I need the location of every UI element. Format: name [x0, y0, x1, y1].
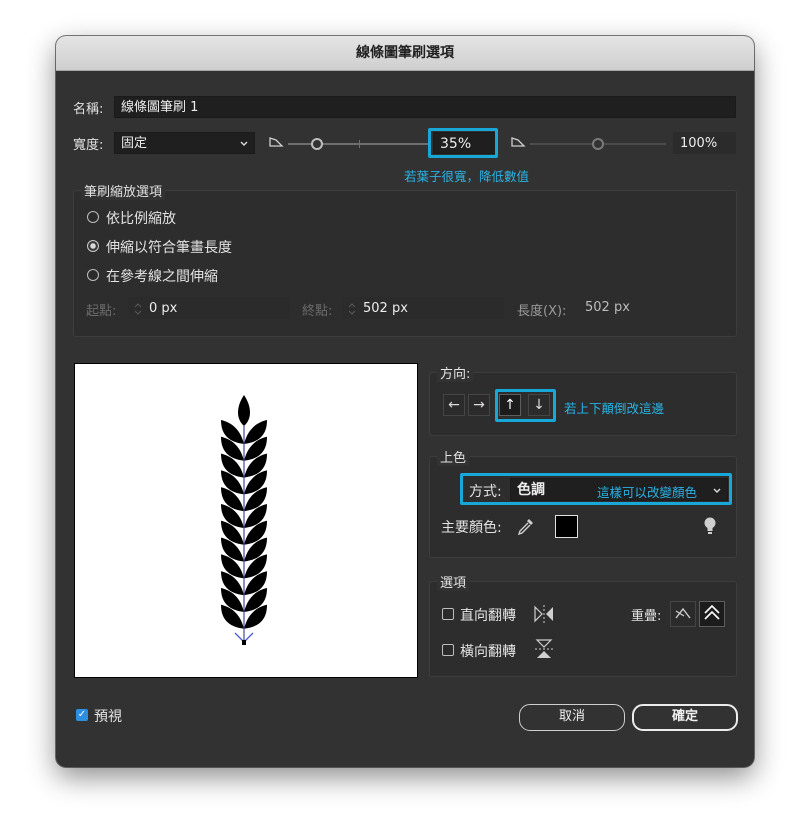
flip-along-label: 直向翻轉: [460, 608, 516, 624]
key-color-swatch[interactable]: [555, 515, 578, 538]
overlap-option-1-button[interactable]: [670, 601, 696, 627]
cancel-button[interactable]: 取消: [519, 704, 625, 731]
scale-proportional-label: 依比例縮放: [106, 211, 176, 227]
pressure-icon-max: [511, 137, 526, 147]
flip-across-label: 橫向翻轉: [460, 644, 516, 660]
scale-stretch-label: 伸縮以符合筆畫長度: [106, 240, 232, 256]
colorization-group: [429, 456, 737, 558]
name-value: 線條圖筆刷 1: [121, 100, 199, 115]
end-value: 502 px: [363, 301, 408, 316]
direction-title: 方向:: [437, 363, 474, 382]
scale-guides-radio[interactable]: [87, 269, 99, 281]
flip-across-icon: [535, 639, 553, 658]
preview-checkbox[interactable]: ✓: [76, 709, 88, 721]
ok-button[interactable]: 確定: [632, 704, 738, 731]
flip-along-checkbox[interactable]: [442, 608, 454, 620]
scale-guides-label: 在參考線之間伸縮: [106, 269, 218, 285]
eyedropper-icon[interactable]: [516, 516, 536, 536]
width-slider-thumb[interactable]: [311, 138, 324, 150]
key-color-label: 主要顏色:: [441, 520, 502, 536]
scale-options-title: 筆刷縮放選項: [81, 181, 166, 200]
name-label: 名稱:: [73, 102, 104, 117]
chevron-down-icon: [240, 141, 248, 146]
flip-along-icon: [534, 605, 553, 623]
overlap-option-2-button[interactable]: [699, 601, 725, 627]
scale-stretch-radio[interactable]: [87, 240, 99, 252]
wheat-brush-preview-image: [221, 395, 267, 645]
slider-center-tick: [359, 140, 360, 148]
arrow-right-icon: →: [473, 397, 485, 413]
preview-label: 預視: [94, 709, 122, 725]
max-width-input: 100%: [673, 132, 736, 154]
start-label: 起點:: [86, 304, 117, 319]
direction-hint: 若上下顛倒改這邊: [564, 401, 665, 416]
direction-right-button[interactable]: →: [468, 394, 490, 416]
max-width-value: 100%: [680, 136, 718, 151]
max-width-slider-thumb: [592, 138, 604, 150]
lightbulb-icon[interactable]: [702, 516, 718, 536]
method-highlight-box: [460, 473, 732, 505]
start-value: 0 px: [149, 301, 178, 316]
overlap-2-icon: [704, 604, 720, 620]
overlap-1-icon: [675, 607, 691, 619]
pressure-icon: [269, 137, 284, 147]
end-input: 502 px: [342, 297, 504, 319]
width-highlight-box: [428, 128, 498, 158]
colorization-title: 上色: [437, 447, 470, 466]
width-slider-track[interactable]: [288, 143, 428, 145]
art-brush-options-dialog: 線條圖筆刷選項 名稱: 線條圖筆刷 1 寬度: 固定 35% 100% 若葉子很…: [56, 36, 754, 767]
overlap-label: 重疊:: [631, 609, 662, 624]
length-label: 長度(X):: [517, 304, 567, 319]
arrow-left-icon: ←: [448, 397, 460, 413]
width-label: 寬度:: [73, 138, 104, 153]
flip-across-checkbox[interactable]: [442, 644, 454, 656]
dialog-title: 線條圖筆刷選項: [56, 36, 754, 71]
end-label: 終點:: [302, 304, 333, 319]
width-hint: 若葉子很寬，降低數值: [404, 169, 530, 184]
scale-proportional-radio[interactable]: [87, 211, 99, 223]
start-input: 0 px: [128, 297, 290, 319]
direction-highlight-box: [495, 389, 556, 422]
direction-left-button[interactable]: ←: [443, 394, 465, 416]
options-title: 選項: [437, 572, 470, 591]
width-mode-value: 固定: [121, 136, 148, 151]
name-input[interactable]: 線條圖筆刷 1: [114, 96, 736, 118]
length-value: 502 px: [585, 300, 630, 315]
stepper-icon: [134, 303, 142, 315]
stepper-icon: [348, 303, 356, 315]
options-group: [429, 581, 737, 677]
brush-preview: [74, 363, 418, 678]
width-mode-dropdown[interactable]: 固定: [114, 132, 255, 154]
